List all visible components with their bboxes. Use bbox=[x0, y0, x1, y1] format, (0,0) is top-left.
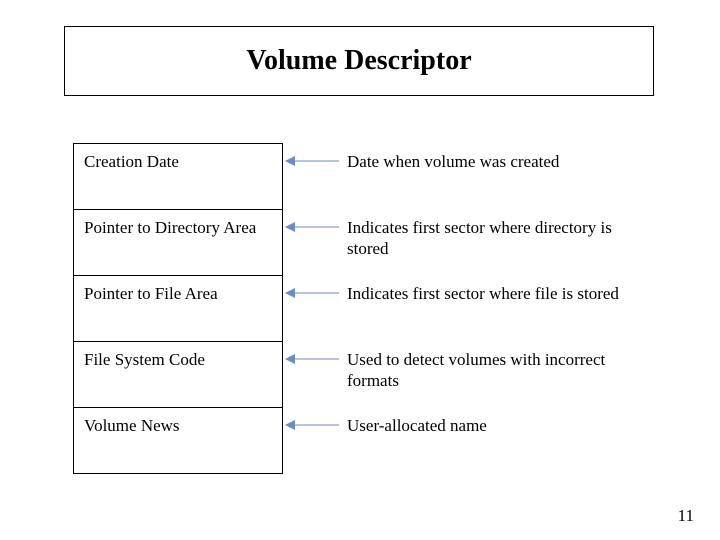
description-text: Used to detect volumes with incorrect fo… bbox=[347, 350, 605, 390]
field-cell: Volume News bbox=[74, 407, 282, 473]
field-cell: File System Code bbox=[74, 341, 282, 407]
arrow-left-icon bbox=[285, 287, 339, 299]
page-title: Volume Descriptor bbox=[246, 45, 471, 77]
field-column: Creation Date Pointer to Directory Area … bbox=[73, 143, 283, 474]
arrow-column bbox=[283, 143, 343, 473]
arrow-slot bbox=[283, 143, 343, 209]
title-box: Volume Descriptor bbox=[64, 26, 654, 96]
arrow-slot bbox=[283, 407, 343, 473]
field-cell: Pointer to File Area bbox=[74, 275, 282, 341]
arrow-left-icon bbox=[285, 419, 339, 431]
arrow-left-icon bbox=[285, 353, 339, 365]
description-cell: User-allocated name bbox=[347, 407, 657, 473]
description-text: Indicates first sector where directory i… bbox=[347, 218, 612, 258]
description-text: User-allocated name bbox=[347, 416, 487, 435]
description-cell: Date when volume was created bbox=[347, 143, 657, 209]
arrow-left-icon bbox=[285, 221, 339, 233]
field-label: Volume News bbox=[84, 416, 180, 436]
description-cell: Indicates first sector where directory i… bbox=[347, 209, 657, 275]
field-label: Pointer to File Area bbox=[84, 284, 218, 304]
arrow-slot bbox=[283, 341, 343, 407]
field-cell: Pointer to Directory Area bbox=[74, 209, 282, 275]
description-cell: Indicates first sector where file is sto… bbox=[347, 275, 657, 341]
description-cell: Used to detect volumes with incorrect fo… bbox=[347, 341, 657, 407]
field-label: File System Code bbox=[84, 350, 205, 370]
arrow-slot bbox=[283, 275, 343, 341]
page-number: 11 bbox=[678, 506, 694, 526]
field-cell: Creation Date bbox=[74, 143, 282, 209]
field-label: Creation Date bbox=[84, 152, 179, 172]
description-text: Indicates first sector where file is sto… bbox=[347, 284, 619, 303]
description-column: Date when volume was created Indicates f… bbox=[347, 143, 657, 473]
field-label: Pointer to Directory Area bbox=[84, 218, 256, 238]
arrow-slot bbox=[283, 209, 343, 275]
arrow-left-icon bbox=[285, 155, 339, 167]
description-text: Date when volume was created bbox=[347, 152, 559, 171]
